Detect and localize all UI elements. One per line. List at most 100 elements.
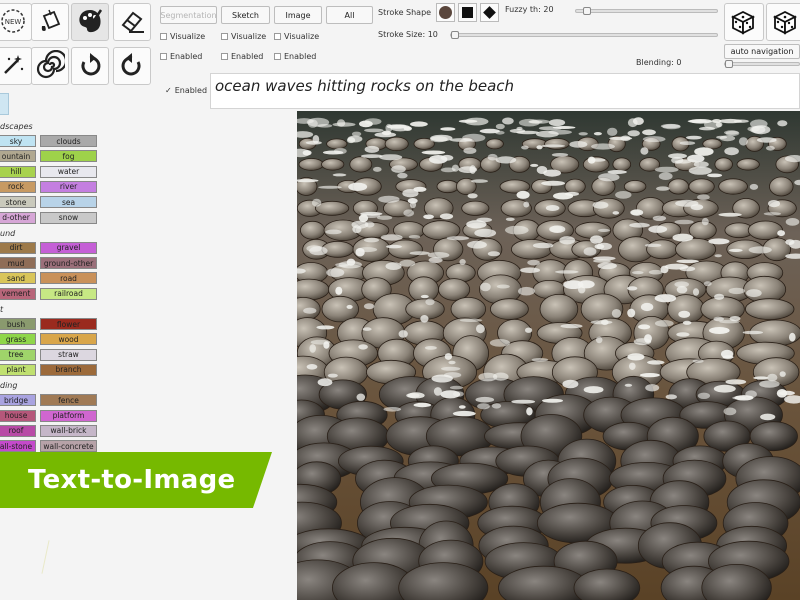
slider-knob[interactable]: [451, 31, 459, 39]
foam-shape: [627, 130, 640, 137]
text-prompt-input[interactable]: ocean waves hitting rocks on the beach: [210, 73, 800, 109]
image-enabled-checkbox[interactable]: Enabled: [274, 52, 316, 61]
stroke-shape-circle-button[interactable]: [436, 3, 455, 22]
side-panel-button[interactable]: [0, 93, 9, 115]
palette-chip[interactable]: sea: [40, 196, 97, 209]
foam-shape: [379, 154, 403, 161]
foam-shape: [378, 195, 400, 203]
sketch-visualize-checkbox[interactable]: Visualize: [221, 32, 266, 41]
palette-chip[interactable]: bridge: [0, 394, 36, 407]
foam-shape: [449, 385, 464, 390]
foam-shape: [654, 320, 674, 327]
sketch-enabled-checkbox[interactable]: Enabled: [221, 52, 263, 61]
foam-shape: [640, 302, 654, 312]
stroke-size-slider[interactable]: [450, 31, 718, 39]
palette-chip[interactable]: river: [40, 180, 97, 193]
foam-shape: [627, 308, 636, 318]
palette-chip[interactable]: stone: [0, 196, 36, 209]
stroke-shape-square-button[interactable]: [458, 3, 477, 22]
auto-navigation-button[interactable]: auto navigation: [724, 44, 800, 59]
palette-chip[interactable]: hill: [0, 165, 36, 178]
foam-shape: [545, 205, 560, 211]
palette-chip[interactable]: ountain: [0, 150, 36, 163]
palette-chip[interactable]: water: [40, 165, 97, 178]
palette-chip[interactable]: grass: [0, 333, 36, 346]
undo-button[interactable]: [71, 47, 109, 85]
spiral-button[interactable]: [31, 47, 69, 85]
foam-shape: [785, 218, 800, 226]
palette-chip[interactable]: branch: [40, 363, 97, 376]
palette-chip[interactable]: sand: [0, 272, 36, 285]
foam-shape: [724, 147, 739, 156]
paint-bucket-button[interactable]: [31, 3, 69, 41]
palette-chip[interactable]: platform: [40, 409, 97, 422]
foam-shape: [624, 383, 633, 387]
palette-chip[interactable]: snow: [40, 211, 97, 224]
foam-shape: [746, 289, 762, 298]
new-canvas-button[interactable]: NEW: [0, 3, 32, 41]
segmentation-enabled-checkbox[interactable]: Enabled: [160, 52, 202, 61]
all-button[interactable]: All: [326, 6, 373, 24]
prompt-enabled-checkbox[interactable]: ✓ Enabled: [165, 86, 207, 95]
foam-shape: [480, 282, 491, 292]
palette-chip[interactable]: flower: [40, 318, 97, 330]
palette-chip[interactable]: rock: [0, 180, 36, 193]
foam-shape: [421, 150, 446, 155]
slider-knob[interactable]: [583, 7, 591, 15]
blending-slider[interactable]: [724, 60, 800, 68]
palette-chip[interactable]: railroad: [40, 287, 97, 300]
foam-shape: [632, 117, 644, 125]
checkbox-box: [274, 33, 281, 40]
randomize-button-2[interactable]: [766, 3, 800, 41]
foam-shape: [413, 402, 432, 408]
palette-chip[interactable]: gravel: [40, 241, 97, 254]
randomize-button-1[interactable]: [724, 3, 764, 41]
image-visualize-checkbox[interactable]: Visualize: [274, 32, 319, 41]
sketch-button[interactable]: Sketch: [221, 6, 270, 24]
palette-chip[interactable]: plant: [0, 363, 36, 376]
palette-chip[interactable]: house: [0, 409, 36, 422]
palette-chip[interactable]: ground-other: [40, 257, 97, 270]
foam-shape: [648, 269, 663, 275]
segmentation-visualize-checkbox[interactable]: Visualize: [160, 32, 205, 41]
palette-chip[interactable]: straw: [40, 348, 97, 361]
foam-shape: [694, 147, 714, 156]
palette-chip[interactable]: all-stone: [0, 440, 36, 453]
segmentation-button[interactable]: Segmentation: [160, 6, 217, 24]
palette-chip[interactable]: vement: [0, 287, 36, 300]
foam-shape: [789, 332, 796, 342]
palette-chip[interactable]: sky: [0, 135, 36, 147]
palette-chip[interactable]: fog: [40, 150, 97, 163]
fuzzy-threshold-slider[interactable]: [575, 7, 718, 15]
palette-chip[interactable]: mud: [0, 257, 36, 270]
undo-icon: [75, 50, 105, 83]
palette-chip[interactable]: wall-brick: [40, 424, 97, 437]
image-button[interactable]: Image: [274, 6, 322, 24]
palette-chip[interactable]: clouds: [40, 135, 97, 147]
palette-chip[interactable]: dirt: [0, 241, 36, 254]
palette-chip[interactable]: d-other: [0, 211, 36, 224]
palette-chip[interactable]: wall-concrete: [40, 440, 97, 453]
foam-shape: [759, 380, 780, 388]
foam-shape: [587, 156, 596, 164]
palette-chip[interactable]: fence: [40, 394, 97, 407]
eraser-button[interactable]: [113, 3, 151, 41]
foam-shape: [597, 262, 617, 270]
palette-button[interactable]: [71, 3, 109, 41]
foam-shape: [429, 155, 448, 164]
foam-shape: [644, 334, 652, 343]
palette-chip[interactable]: wood: [40, 333, 97, 346]
palette-chip[interactable]: tree: [0, 348, 36, 361]
magic-wand-button[interactable]: [0, 47, 32, 85]
palette-chip[interactable]: roof: [0, 424, 36, 437]
slider-knob[interactable]: [725, 60, 733, 68]
foam-shape: [420, 315, 429, 323]
redo-button[interactable]: [113, 47, 151, 85]
output-canvas[interactable]: [297, 111, 800, 600]
foam-shape: [763, 212, 782, 216]
stroke-shape-diamond-button[interactable]: [480, 3, 499, 22]
foam-shape: [668, 153, 687, 159]
visualize-label: Visualize: [231, 32, 267, 41]
palette-chip[interactable]: road: [40, 272, 97, 285]
palette-chip[interactable]: bush: [0, 318, 36, 330]
